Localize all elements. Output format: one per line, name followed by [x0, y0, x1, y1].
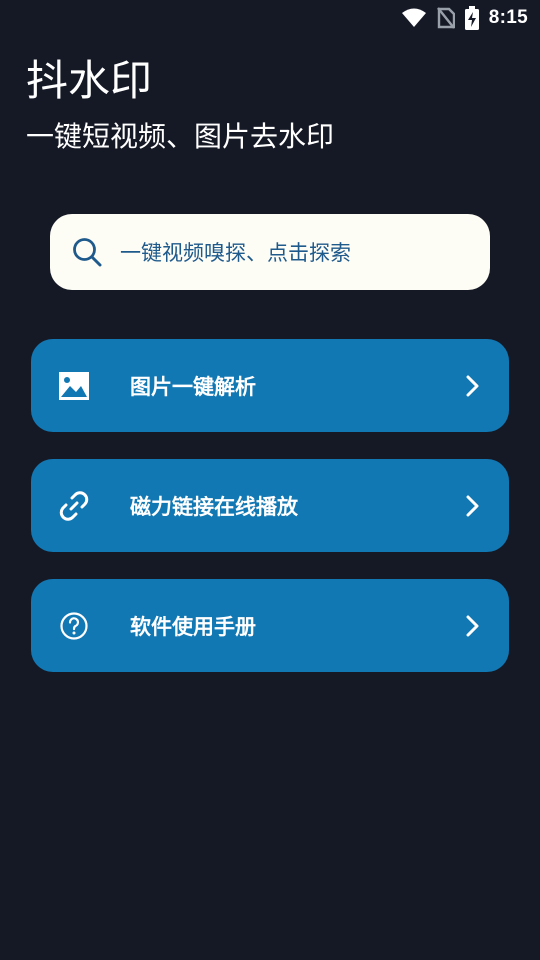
- link-icon: [57, 489, 91, 523]
- menu-item-image-parse[interactable]: 图片一键解析: [31, 339, 509, 432]
- menu-item-label: 图片一键解析: [130, 374, 256, 399]
- menu-list: 图片一键解析 磁力链接在线播放 软件使用手册: [31, 339, 509, 699]
- image-icon: [57, 369, 91, 403]
- menu-item-user-manual[interactable]: 软件使用手册: [31, 579, 509, 672]
- search-placeholder: 一键视频嗅探、点击探索: [120, 241, 351, 265]
- search-icon: [70, 235, 104, 269]
- menu-item-label: 磁力链接在线播放: [130, 494, 298, 519]
- app-title: 抖水印: [26, 56, 153, 105]
- chevron-right-icon: [461, 374, 485, 398]
- menu-item-magnet-play[interactable]: 磁力链接在线播放: [31, 459, 509, 552]
- status-time: 8:15: [488, 7, 528, 28]
- search-bar[interactable]: 一键视频嗅探、点击探索: [50, 214, 490, 290]
- wifi-icon: [401, 8, 427, 28]
- menu-item-label: 软件使用手册: [130, 614, 256, 639]
- no-sim-icon: [436, 7, 455, 29]
- app-subtitle: 一键短视频、图片去水印: [26, 120, 335, 153]
- chevron-right-icon: [461, 494, 485, 518]
- chevron-right-icon: [461, 614, 485, 638]
- status-bar: 8:15: [401, 0, 540, 36]
- help-circle-icon: [57, 609, 91, 643]
- app-screen: 8:15 抖水印 一键短视频、图片去水印 一键视频嗅探、点击探索 图片一键解析: [0, 0, 540, 960]
- battery-charging-icon: [464, 6, 479, 30]
